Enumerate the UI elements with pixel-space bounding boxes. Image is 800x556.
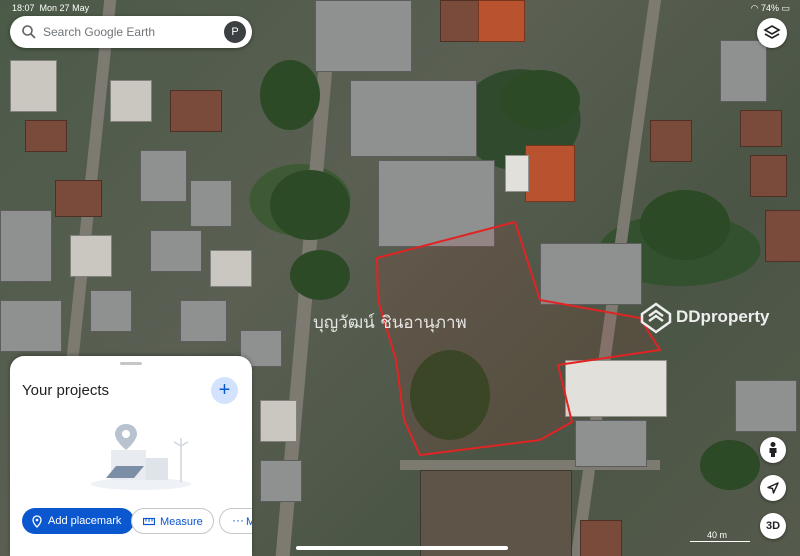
sheet-title: Your projects — [22, 382, 109, 399]
ddproperty-watermark: DDproperty — [640, 302, 770, 334]
add-placemark-button[interactable]: Add placemark — [22, 508, 134, 534]
search-icon — [22, 25, 36, 39]
add-project-button[interactable]: + — [211, 377, 238, 404]
avatar[interactable]: P — [224, 21, 246, 43]
ruler-icon — [142, 509, 156, 545]
projects-sheet: Your projects + Add placemark Measure ··… — [10, 356, 252, 556]
measure-label: Measure — [160, 516, 203, 528]
home-indicator[interactable] — [296, 546, 508, 550]
status-bar: 18:07 Mon 27 May ◠ 74% ▭ — [0, 0, 800, 16]
ddproperty-logo-icon — [640, 302, 672, 334]
more-label: M — [246, 509, 252, 533]
person-icon — [769, 442, 777, 457]
navigation-arrow-icon — [767, 482, 779, 494]
more-dots-icon: ··· — [232, 513, 244, 527]
battery-icon: ▭ — [781, 3, 790, 13]
battery-text: 74% — [760, 3, 779, 13]
parcel-label: บุญวัฒน์ ชินอานุภาพ — [313, 313, 467, 333]
watermark-text: DDproperty — [676, 307, 770, 326]
placemark-icon — [32, 508, 44, 544]
scale-bar — [690, 541, 750, 542]
battery-status: ◠ 74% ▭ — [751, 3, 790, 14]
measure-button[interactable]: Measure — [131, 508, 214, 534]
layers-button[interactable] — [757, 18, 787, 48]
add-placemark-label: Add placemark — [48, 515, 122, 527]
projects-illustration — [91, 424, 191, 490]
parcel-boundary — [375, 220, 662, 457]
time-text: 18:07 — [12, 3, 35, 13]
my-location-button[interactable] — [760, 475, 786, 501]
street-view-button[interactable] — [760, 437, 786, 463]
scale-label: 40 m — [707, 530, 728, 540]
more-tools-button[interactable]: ··· M — [219, 508, 252, 534]
toggle-3d-button[interactable]: 3D — [760, 513, 786, 539]
date-text: Mon 27 May — [39, 3, 90, 13]
wifi-icon: ◠ — [750, 3, 759, 13]
search-placeholder[interactable]: Search Google Earth — [43, 25, 155, 39]
search-bar[interactable]: Search Google Earth P — [10, 16, 252, 48]
layers-icon — [763, 25, 781, 39]
status-time: 18:07 Mon 27 May — [12, 3, 89, 13]
sheet-drag-handle[interactable] — [120, 362, 142, 365]
